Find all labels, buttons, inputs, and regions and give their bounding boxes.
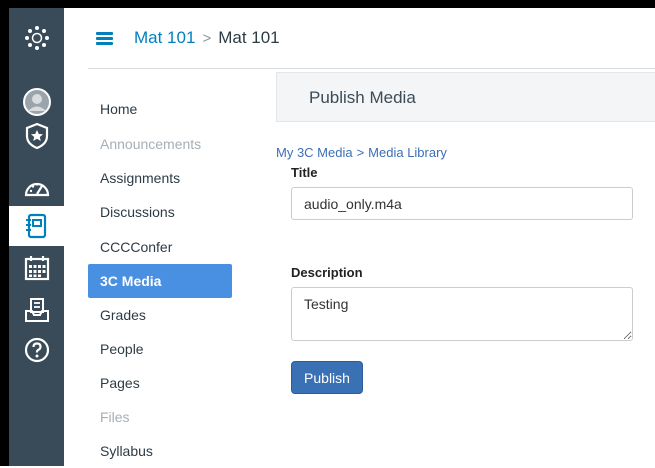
description-label: Description [291, 265, 363, 280]
course-nav-files[interactable]: Files [88, 400, 232, 434]
course-nav-discussions[interactable]: Discussions [88, 195, 232, 229]
media-breadcrumb-separator: > [356, 145, 365, 160]
course-nav-home[interactable]: Home [88, 92, 232, 126]
course-nav-announcements[interactable]: Announcements [88, 127, 232, 161]
course-nav-3c-media[interactable]: 3C Media [88, 264, 232, 298]
breadcrumb-course-link[interactable]: Mat 101 [134, 28, 195, 48]
page-title: Publish Media [309, 88, 416, 107]
publish-media-header: Publish Media [276, 72, 655, 122]
publish-button[interactable]: Publish [291, 361, 363, 394]
media-library-breadcrumb: My 3C Media > Media Library [276, 145, 447, 160]
title-label: Title [291, 165, 318, 180]
left-black-border [0, 0, 9, 466]
my-3c-media-link[interactable]: My 3C Media [276, 145, 353, 160]
course-nav-people[interactable]: People [88, 332, 232, 366]
canvas-logo-icon[interactable] [9, 18, 64, 58]
top-black-border [0, 0, 655, 8]
breadcrumb-current: Mat 101 [218, 28, 280, 47]
header-divider [88, 68, 655, 69]
inbox-icon[interactable] [9, 290, 64, 330]
breadcrumb: Mat 101 > Mat 101 [96, 24, 280, 52]
breadcrumb-separator: > [202, 29, 212, 47]
courses-icon[interactable] [9, 206, 64, 246]
help-icon[interactable] [9, 330, 64, 370]
global-navigation [9, 8, 64, 466]
admin-icon[interactable] [9, 116, 64, 156]
course-nav-syllabus[interactable]: Syllabus [88, 434, 232, 468]
description-textarea[interactable]: Testing [291, 287, 633, 341]
course-nav-cccconfer[interactable]: CCCConfer [88, 230, 232, 264]
course-nav-grades[interactable]: Grades [88, 298, 232, 332]
title-input[interactable] [291, 187, 633, 220]
hamburger-menu-icon[interactable] [96, 31, 113, 45]
calendar-icon[interactable] [9, 248, 64, 288]
dashboard-icon[interactable] [9, 168, 64, 208]
course-nav-assignments[interactable]: Assignments [88, 161, 232, 195]
course-nav-pages[interactable]: Pages [88, 366, 232, 400]
media-library-link[interactable]: Media Library [368, 145, 447, 160]
